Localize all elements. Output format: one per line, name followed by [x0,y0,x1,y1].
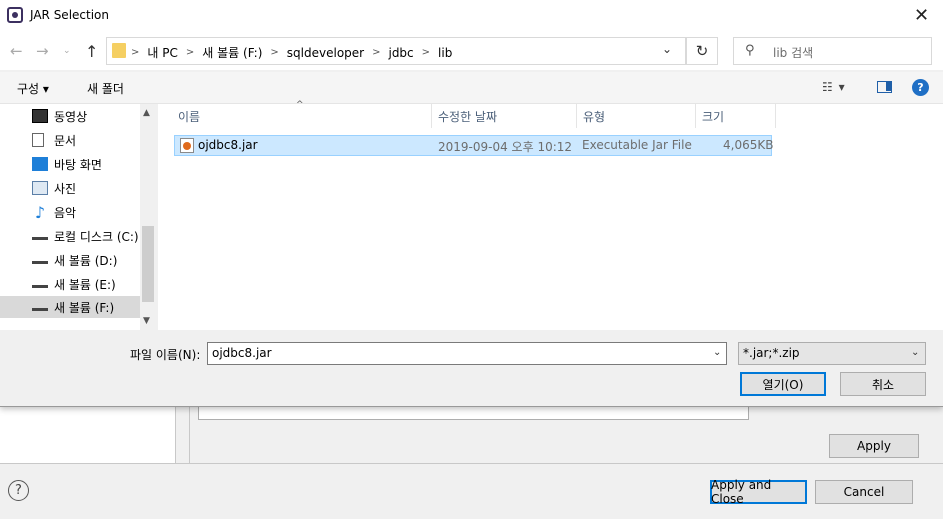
sidebar-item-label: 바탕 화면 [54,157,102,172]
scrollbar-thumb[interactable] [142,226,154,302]
sidebar-item-pictures[interactable]: 사진 [0,177,140,199]
window-title: JAR Selection [30,8,109,22]
open-button[interactable]: 열기(O) [740,372,826,396]
breadcrumb-separator[interactable]: > [186,47,194,58]
new-folder-button[interactable]: 새 폴더 [87,80,124,97]
drive-icon [32,303,48,311]
filter-value: *.jar;*.zip [743,346,800,360]
up-arrow-icon[interactable]: ↑ [85,42,98,61]
view-options-icon[interactable]: ☷ ▾ [822,80,846,94]
sidebar-item-label: 새 볼륨 (E:) [54,277,116,292]
background-cancel-button[interactable]: Cancel [815,480,913,504]
desktop-icon [32,157,48,171]
recent-locations-chevron-icon[interactable]: ⌄ [63,46,71,56]
drive-icon [32,256,48,264]
column-header-type[interactable]: 유형 [577,104,696,128]
address-bar[interactable]: > 내 PC > 새 볼륨 (F:) > sqldeveloper > jdbc… [106,37,686,65]
file-date: 2019-09-04 오후 10:12 [438,140,573,154]
column-header-date[interactable]: 수정한 날짜 [432,104,577,128]
filename-value: ojdbc8.jar [212,346,272,360]
sidebar-item-label: 동영상 [54,109,88,124]
preview-pane-icon[interactable] [877,81,892,93]
filename-label: 파일 이름(N): [130,348,201,362]
apply-button[interactable]: Apply [829,434,919,458]
organize-menu[interactable]: 구성 ▾ [17,80,49,97]
breadcrumb-item[interactable]: jdbc [388,46,413,60]
scroll-down-icon[interactable]: ▼ [143,316,150,326]
sidebar-item-drive-f[interactable]: 새 볼륨 (F:) [0,296,140,318]
filename-field[interactable]: ojdbc8.jar ⌄ [207,342,727,365]
jar-selection-dialog: JAR Selection ✕ ← → ⌄ ↑ > 내 PC > 새 볼륨 (F… [0,0,943,407]
sidebar-item-documents[interactable]: 문서 [0,129,140,151]
file-type: Executable Jar File [582,138,692,152]
chevron-down-icon[interactable]: ⌄ [911,347,919,358]
breadcrumb-separator: > [131,47,140,58]
sidebar-item-drive-c[interactable]: 로컬 디스크 (C:) [0,225,140,247]
sidebar-item-music[interactable]: ♪ 음악 [0,201,140,223]
file-type-filter-select[interactable]: *.jar;*.zip ⌄ [738,342,926,365]
eclipse-app-icon [7,7,23,23]
document-icon [32,133,44,147]
cancel-button[interactable]: 취소 [840,372,926,396]
breadcrumb-item[interactable]: sqldeveloper [287,46,364,60]
preferences-tree-pane [0,406,176,464]
preferences-list-box [198,406,749,420]
refresh-icon[interactable]: ↻ [686,37,718,65]
back-arrow-icon[interactable]: ← [10,42,23,60]
sidebar-item-label: 사진 [54,181,77,196]
address-dropdown-chevron-icon[interactable]: ⌄ [662,42,672,56]
search-icon: ⚲ [745,43,755,58]
sidebar-item-label: 새 볼륨 (D:) [54,253,118,268]
file-name: ojdbc8.jar [198,138,258,152]
scroll-up-icon[interactable]: ▲ [143,108,150,118]
breadcrumb-item[interactable]: 새 볼륨 (F:) [202,44,262,61]
search-input[interactable]: lib 검색 [773,44,813,61]
breadcrumb: > 내 PC > 새 볼륨 (F:) > sqldeveloper > jdbc… [131,44,452,61]
sidebar-item-drive-e[interactable]: 새 볼륨 (E:) [0,273,140,295]
navigation-pane: 동영상 문서 바탕 화면 사진 ♪ 음악 로컬 디스크 (C:) 새 볼륨 (D… [0,104,156,330]
chevron-down-icon[interactable]: ⌄ [713,347,721,358]
sidebar-item-drive-d[interactable]: 새 볼륨 (D:) [0,249,140,271]
jar-file-icon [180,138,194,153]
sidebar-item-videos[interactable]: 동영상 [0,105,140,127]
forward-arrow-icon[interactable]: → [36,42,49,60]
sidebar-item-label: 음악 [54,205,77,220]
apply-and-close-button[interactable]: Apply and Close [710,478,807,506]
pictures-icon [32,181,48,195]
breadcrumb-item[interactable]: lib [438,46,452,60]
column-header-name[interactable]: 이름 [172,104,432,128]
divider [0,463,943,464]
breadcrumb-separator[interactable]: > [372,47,380,58]
breadcrumb-separator[interactable]: > [422,47,430,58]
drive-icon [32,280,48,288]
file-size: 4,065KB [723,138,774,152]
breadcrumb-separator[interactable]: > [270,47,278,58]
music-icon: ♪ [34,202,46,222]
sidebar-item-desktop[interactable]: 바탕 화면 [0,153,140,175]
folder-icon [112,43,126,58]
file-row[interactable]: ojdbc8.jar 2019-09-04 오후 10:12 Executabl… [174,135,774,156]
navigation-scrollbar[interactable]: ▲ ▼ [140,104,156,330]
sidebar-item-label: 로컬 디스크 (C:) [54,229,139,244]
close-icon[interactable]: ✕ [900,0,943,30]
help-icon[interactable]: ? [912,79,929,96]
column-header-size[interactable]: 크기 [696,104,776,128]
title-bar: JAR Selection ✕ [0,0,943,30]
help-icon[interactable]: ? [8,480,29,501]
sidebar-item-label: 새 볼륨 (F:) [54,300,115,315]
drive-icon [32,232,48,240]
search-box[interactable]: ⚲ lib 검색 [733,37,932,65]
breadcrumb-item[interactable]: 내 PC [147,44,177,61]
film-icon [32,109,48,123]
sidebar-item-label: 문서 [54,133,77,148]
command-bar [0,72,943,104]
